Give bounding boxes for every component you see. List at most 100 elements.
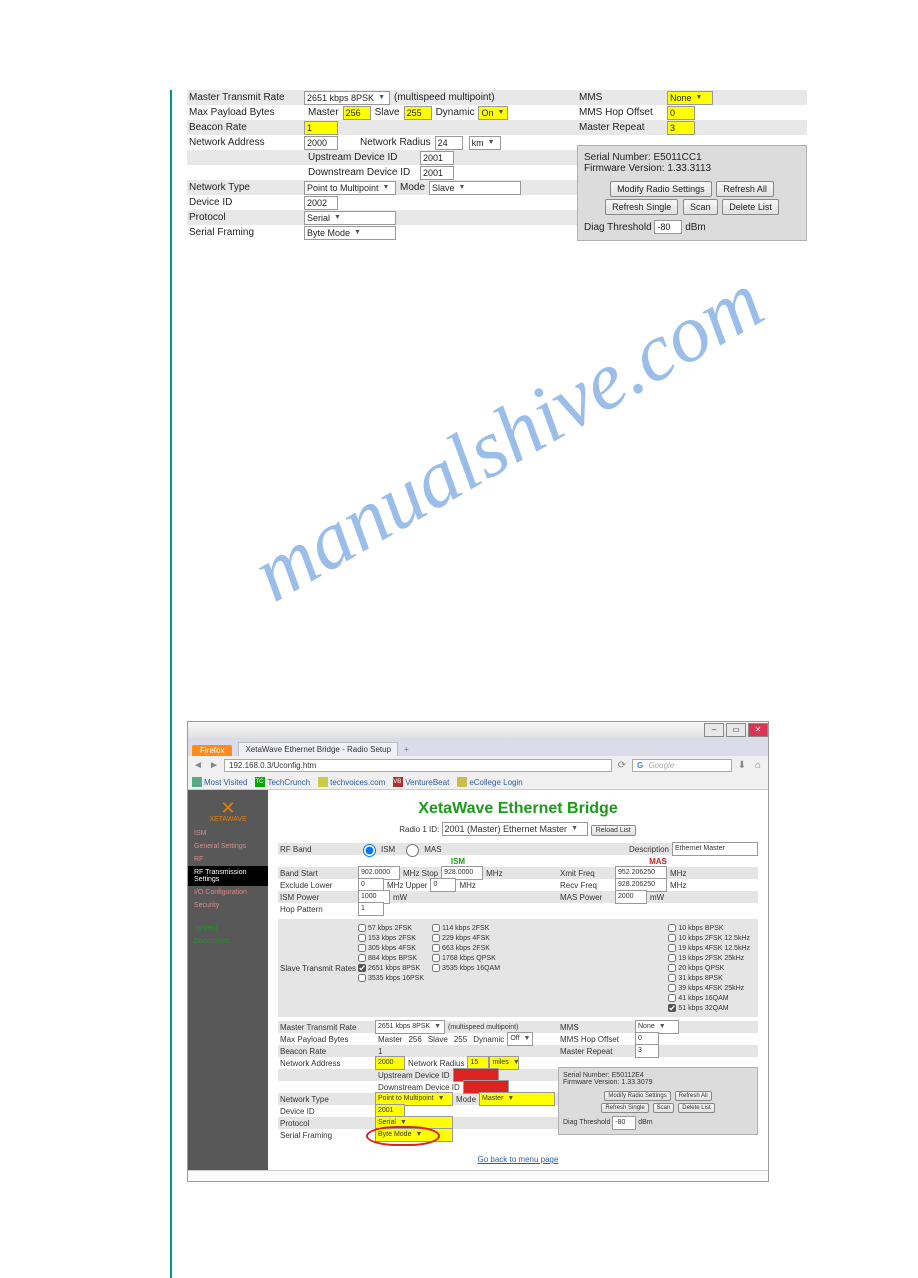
ism-heading: ISM <box>358 857 558 866</box>
master-repeat-label-2: Master Repeat <box>558 1047 635 1056</box>
sidebar-item-security[interactable]: Security <box>188 899 268 912</box>
rate-checkbox[interactable]: 31 kbps 8PSK <box>668 973 750 983</box>
upstream-input[interactable]: 2001 <box>420 151 454 165</box>
bookmark-most-visited[interactable]: Most Visited <box>192 777 247 787</box>
rf-band-mas-radio[interactable]: MAS <box>401 844 441 854</box>
master-payload-input[interactable]: 256 <box>343 106 371 120</box>
sidebar-item-general[interactable]: General Settings <box>188 840 268 853</box>
rate-checkbox[interactable]: 20 kbps QPSK <box>668 963 750 973</box>
sidebar-item-rf-transmission[interactable]: RF Transmission Settings <box>188 866 268 886</box>
mhz-upper-input[interactable]: 0 <box>430 878 456 892</box>
downloads-icon[interactable]: ⬇ <box>736 760 748 772</box>
dynamic-select[interactable]: On <box>478 106 508 120</box>
description-input[interactable]: Ethernet Master <box>672 842 758 856</box>
dynamic-select-2[interactable]: Off <box>507 1032 533 1046</box>
home-icon[interactable]: ⌂ <box>752 760 764 772</box>
maximize-button[interactable]: ▭ <box>726 723 746 737</box>
master-transmit-rate-select[interactable]: 2651 kbps 8PSK <box>304 91 390 105</box>
back-icon[interactable]: ◄ <box>192 760 204 772</box>
sidebar-item-system[interactable]: System <box>188 922 268 935</box>
rate-checkbox[interactable]: 114 kbps 2FSK <box>432 923 500 933</box>
delete-list-button[interactable]: Delete List <box>722 199 779 215</box>
delete-list-button-2[interactable]: Delete List <box>678 1103 714 1113</box>
search-bar[interactable]: G Google <box>632 759 732 772</box>
rate-checkbox[interactable]: 19 kbps 4FSK 12.5kHz <box>668 943 750 953</box>
sidebar-item-io[interactable]: I/O Configuration <box>188 886 268 899</box>
go-back-link[interactable]: Go back to menu page <box>278 1155 758 1164</box>
bookmark-ecollege[interactable]: eCollege Login <box>457 777 522 787</box>
rf-band-ism-radio[interactable]: ISM <box>358 844 395 854</box>
downstream-input[interactable]: 2001 <box>420 166 454 180</box>
rate-checkbox[interactable]: 3535 kbps 16PSK <box>358 973 424 983</box>
diag-input-2[interactable]: -80 <box>612 1116 636 1130</box>
modify-radio-settings-button[interactable]: Modify Radio Settings <box>610 181 712 197</box>
mms-hop-input[interactable]: 0 <box>667 106 695 120</box>
new-tab-button[interactable]: + <box>398 743 415 756</box>
network-radius-label: Network Radius <box>356 137 435 148</box>
refresh-all-button-2[interactable]: Refresh All <box>675 1091 712 1101</box>
address-bar[interactable]: 192.168.0.3/Uconfig.htm <box>224 759 612 772</box>
rate-checkbox[interactable]: 10 kbps 2FSK 12.5kHz <box>668 933 750 943</box>
bookmark-venturebeat[interactable]: VBVentureBeat <box>393 777 449 787</box>
refresh-single-button[interactable]: Refresh Single <box>605 199 678 215</box>
protocol-select[interactable]: Serial <box>304 211 396 225</box>
master-repeat-input-2[interactable]: 3 <box>635 1044 659 1058</box>
sidebar-item-documents[interactable]: Documents <box>188 935 268 948</box>
rate-checkbox[interactable]: 51 kbps 32QAM <box>668 1003 750 1013</box>
network-address-input[interactable]: 2000 <box>304 136 338 150</box>
hop-pattern-input[interactable]: 1 <box>358 902 384 916</box>
protocol-label: Protocol <box>187 212 304 223</box>
radio-select[interactable]: 2001 (Master) Ethernet Master <box>442 822 588 836</box>
refresh-all-button[interactable]: Refresh All <box>716 181 774 197</box>
max-payload-label: Max Payload Bytes <box>187 107 304 118</box>
rate-checkbox[interactable]: 153 kbps 2FSK <box>358 933 424 943</box>
scan-button-2[interactable]: Scan <box>653 1103 675 1113</box>
firefox-menu-button[interactable]: Firefox <box>192 745 232 756</box>
sidebar: ✕ XETAWAVE ISM General Settings RF RF Tr… <box>188 790 268 1170</box>
rate-checkbox[interactable]: 57 kbps 2FSK <box>358 923 424 933</box>
forward-icon[interactable]: ► <box>208 760 220 772</box>
bookmark-techcrunch[interactable]: TCTechCrunch <box>255 777 310 787</box>
master-repeat-input[interactable]: 3 <box>667 121 695 135</box>
network-address-input-2[interactable]: 2000 <box>375 1056 405 1070</box>
firmware-value: 1.33.3113 <box>667 163 711 174</box>
diag-threshold-input[interactable]: -80 <box>654 220 682 234</box>
rate-checkbox[interactable]: 10 kbps BPSK <box>668 923 750 933</box>
serial-framing-label: Serial Framing <box>187 227 304 238</box>
modify-button-2[interactable]: Modify Radio Settings <box>604 1091 670 1101</box>
network-radius-unit-select[interactable]: km <box>469 136 501 150</box>
mas-power-input[interactable]: 2000 <box>615 890 647 904</box>
sidebar-item-rf[interactable]: RF <box>188 853 268 866</box>
mode-select-2[interactable]: Master <box>479 1092 555 1106</box>
reload-list-button[interactable]: Reload List <box>591 825 636 836</box>
minimize-button[interactable]: – <box>704 723 724 737</box>
mode-select[interactable]: Slave <box>429 181 521 195</box>
rate-checkbox[interactable]: 663 kbps 2FSK <box>432 943 500 953</box>
scan-button[interactable]: Scan <box>683 199 718 215</box>
master-transmit-rate-label: Master Transmit Rate <box>187 92 304 103</box>
rate-checkbox[interactable]: 2651 kbps 8PSK <box>358 963 424 973</box>
reload-icon[interactable]: ⟳ <box>616 760 628 772</box>
rate-checkbox[interactable]: 41 kbps 16QAM <box>668 993 750 1003</box>
rate-checkbox[interactable]: 1768 kbps QPSK <box>432 953 500 963</box>
mtr-select-2[interactable]: 2651 kbps 8PSK <box>375 1020 445 1034</box>
serial-framing-select-2[interactable]: Byte Mode <box>375 1128 453 1142</box>
rate-checkbox[interactable]: 229 kbps 4FSK <box>432 933 500 943</box>
close-button[interactable]: ✕ <box>748 723 768 737</box>
mms-select[interactable]: None <box>667 91 713 105</box>
rate-checkbox[interactable]: 3535 kbps 16QAM <box>432 963 500 973</box>
rate-checkbox[interactable]: 19 kbps 2FSK 25kHz <box>668 953 750 963</box>
network-type-select[interactable]: Point to Multipoint <box>304 181 396 195</box>
rate-checkbox[interactable]: 39 kbps 4FSK 25kHz <box>668 983 750 993</box>
refresh-single-button-2[interactable]: Refresh Single <box>601 1103 648 1113</box>
browser-tab[interactable]: XetaWave Ethernet Bridge - Radio Setup <box>238 742 398 756</box>
rate-checkbox[interactable]: 884 kbps BPSK <box>358 953 424 963</box>
slave-payload-input[interactable]: 255 <box>404 106 432 120</box>
beacon-rate-input[interactable]: 1 <box>304 121 338 135</box>
device-id-input[interactable]: 2002 <box>304 196 338 210</box>
serial-framing-select[interactable]: Byte Mode <box>304 226 396 240</box>
rate-checkbox[interactable]: 305 kbps 4FSK <box>358 943 424 953</box>
network-radius-input[interactable]: 24 <box>435 136 463 150</box>
bookmark-techvoices[interactable]: techvoices.com <box>318 777 385 787</box>
sidebar-item-ism[interactable]: ISM <box>188 827 268 840</box>
